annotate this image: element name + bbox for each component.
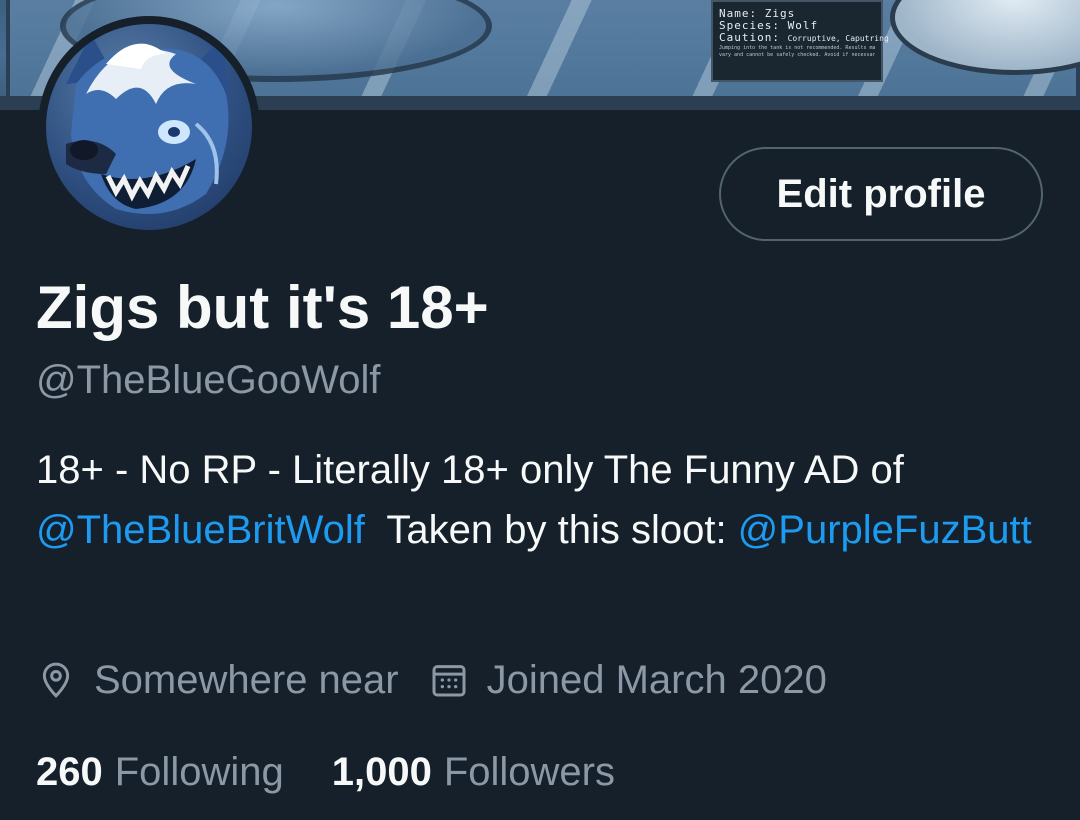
avatar[interactable] (38, 16, 260, 238)
following-label: Following (114, 749, 284, 794)
profile-stats: 260 Following 1,000 Followers (36, 744, 663, 800)
following-count: 260 (36, 749, 103, 794)
followers-label: Followers (443, 749, 615, 794)
user-handle: @TheBlueGooWolf (36, 358, 381, 402)
sign-caution-label: Caution: (719, 31, 780, 44)
display-name: Zigs but it's 18+ (36, 274, 489, 341)
bio-mention-britwolf[interactable]: @TheBlueBritWolf (36, 508, 365, 552)
edit-profile-button[interactable]: Edit profile (719, 147, 1043, 241)
sign-fine-print-2: vary and cannot be safely checked. Avoid… (719, 52, 875, 58)
location-item: Somewhere near (36, 658, 399, 703)
wolf-avatar-illustration (66, 34, 231, 214)
profile-page: Name: Zigs Species: Wolf Caution: Corrup… (0, 0, 1080, 820)
following-link[interactable]: 260 Following (36, 750, 284, 795)
sign-caution-line: Caution: Corruptive, Caputring (719, 31, 889, 45)
followers-link[interactable]: 1,000 Followers (332, 750, 615, 795)
bio-mention-purplefuzbutt[interactable]: @PurpleFuzButt (738, 508, 1032, 552)
joined-item: Joined March 2020 (429, 658, 827, 703)
banner-info-sign: Name: Zigs Species: Wolf Caution: Corrup… (711, 0, 889, 82)
joined-text: Joined March 2020 (486, 657, 827, 702)
followers-count: 1,000 (331, 749, 432, 794)
profile-bio: 18+ - No RP - Literally 18+ only The Fun… (36, 440, 1046, 560)
bio-text-1: 18+ - No RP - Literally 18+ only The Fun… (36, 448, 904, 492)
bio-text-2: Taken by this sloot: (364, 508, 738, 552)
sign-species-value: Wolf (787, 19, 819, 32)
sign-caution-value: Corruptive, Caputring (787, 34, 889, 43)
location-text: Somewhere near (94, 657, 399, 702)
sign-fine-print-1: Jumping into the tank is not recommended… (719, 45, 875, 51)
avatar-image (46, 24, 252, 230)
location-pin-icon (42, 662, 70, 698)
calendar-icon (432, 665, 466, 697)
profile-meta: Somewhere near Joined March 2020 (36, 652, 857, 708)
